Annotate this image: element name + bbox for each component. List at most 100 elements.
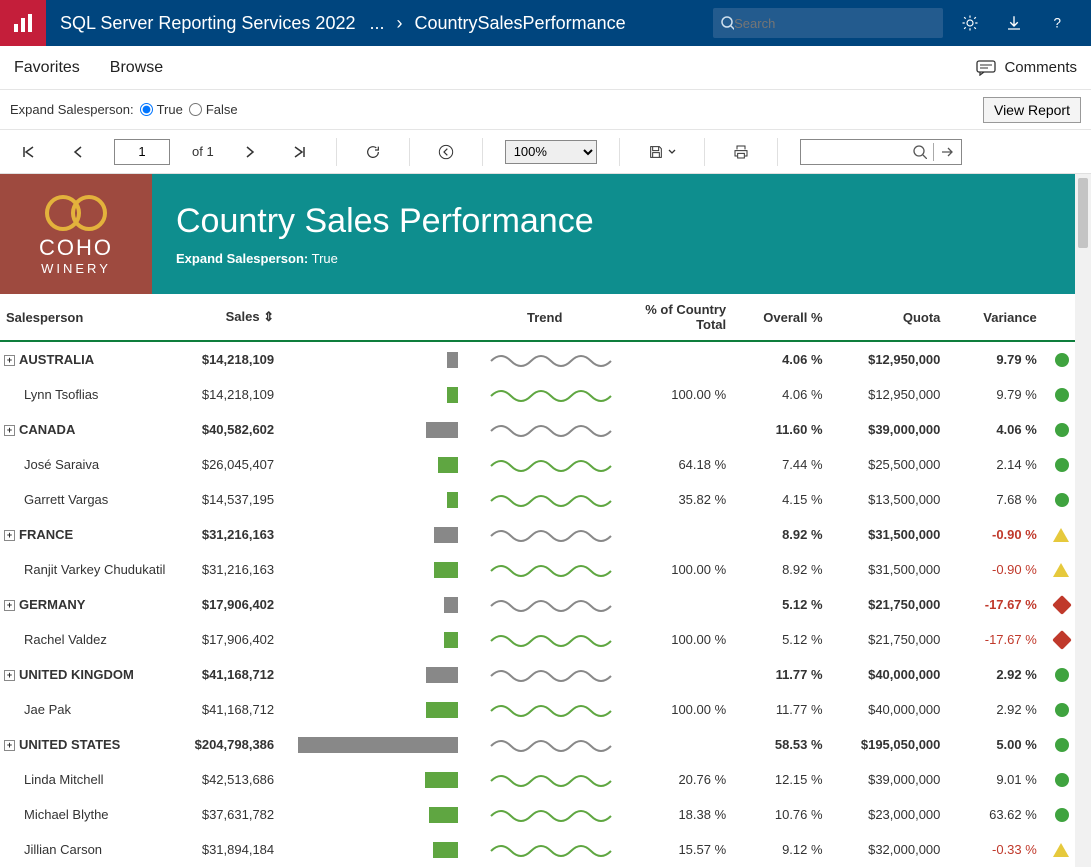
print-button[interactable] [727,138,755,166]
cell-variance: -17.67 % [946,587,1042,622]
breadcrumb-current[interactable]: CountrySalesPerformance [415,13,626,34]
find-box[interactable] [800,139,962,165]
radio-true[interactable]: True [140,102,183,117]
find-next-icon[interactable] [940,146,954,158]
save-button[interactable] [642,138,682,166]
cell-sales: $41,168,712 [182,657,280,692]
cell-bar [280,692,464,727]
green-indicator-icon [1055,423,1069,437]
table-row: Garrett Vargas$14,537,19535.82 %4.15 %$1… [0,482,1075,517]
cell-name: Rachel Valdez [0,622,182,657]
cell-bar [280,482,464,517]
cell-trend [464,517,625,552]
green-indicator-icon [1055,388,1069,402]
tab-bar: Favorites Browse Comments [0,46,1091,90]
app-logo[interactable] [0,0,46,46]
gear-icon[interactable] [961,14,979,32]
cell-overall: 11.77 % [732,657,828,692]
radio-false[interactable]: False [189,102,238,117]
col-salesperson[interactable]: Salesperson [0,294,182,341]
cell-indicator [1043,412,1075,447]
expand-icon[interactable]: + [4,600,15,611]
search-icon [913,145,927,159]
sort-icon: ⇕ [263,309,274,324]
download-icon[interactable] [1005,14,1023,32]
col-overall[interactable]: Overall % [732,294,828,341]
app-title[interactable]: SQL Server Reporting Services 2022 [46,13,369,34]
col-trend[interactable]: Trend [464,294,625,341]
cell-name: Michael Blythe [0,797,182,832]
back-button[interactable] [432,138,460,166]
cell-sales: $31,216,163 [182,517,280,552]
sparkline-icon [489,347,619,369]
cell-indicator [1043,482,1075,517]
next-page-button[interactable] [236,138,264,166]
cell-pct-country: 15.57 % [625,832,732,867]
col-quota[interactable]: Quota [829,294,947,341]
radio-true-input[interactable] [140,103,153,116]
cell-trend [464,587,625,622]
param-label: Expand Salesperson: [10,102,134,117]
refresh-button[interactable] [359,138,387,166]
table-row: Rachel Valdez$17,906,402100.00 %5.12 %$2… [0,622,1075,657]
expand-icon[interactable]: + [4,530,15,541]
last-page-button[interactable] [286,138,314,166]
cell-name: Ranjit Varkey Chudukatil [0,552,182,587]
prev-page-button[interactable] [64,138,92,166]
cell-variance: 7.68 % [946,482,1042,517]
sparkline-icon [489,417,619,439]
cell-indicator [1043,832,1075,867]
expand-icon[interactable]: + [4,670,15,681]
zoom-select[interactable]: 100% [505,140,597,164]
cell-variance: -0.90 % [946,517,1042,552]
scroll-thumb[interactable] [1078,178,1088,248]
cell-pct-country: 100.00 % [625,692,732,727]
cell-quota: $31,500,000 [829,552,947,587]
cell-trend [464,657,625,692]
cell-sales: $40,582,602 [182,412,280,447]
cell-overall: 12.15 % [732,762,828,797]
search-box[interactable] [713,8,943,38]
green-indicator-icon [1055,493,1069,507]
tab-browse[interactable]: Browse [110,59,163,77]
expand-icon[interactable]: + [4,740,15,751]
cell-variance: 9.01 % [946,762,1042,797]
cell-variance: 9.79 % [946,341,1042,377]
table-row: Lynn Tsoflias$14,218,109100.00 %4.06 %$1… [0,377,1075,412]
radio-false-input[interactable] [189,103,202,116]
search-input[interactable] [734,16,935,31]
sparkline-icon [489,837,619,859]
comments-link[interactable]: Comments [976,59,1077,76]
yellow-indicator-icon [1053,528,1069,542]
expand-icon[interactable]: + [4,425,15,436]
vertical-scrollbar[interactable] [1075,174,1091,867]
col-pct-country[interactable]: % of Country Total [625,294,732,341]
table-row: +GERMANY$17,906,4025.12 %$21,750,000-17.… [0,587,1075,622]
col-bar [280,294,464,341]
col-indicator [1043,294,1075,341]
cell-trend [464,797,625,832]
page-number-input[interactable] [114,139,170,165]
first-page-button[interactable] [14,138,42,166]
help-icon[interactable]: ? [1049,14,1067,32]
cell-trend [464,762,625,797]
breadcrumb-ellipsis[interactable]: ... [369,13,384,34]
cell-bar [280,762,464,797]
col-variance[interactable]: Variance [946,294,1042,341]
top-icon-group: ? [943,14,1091,32]
find-input[interactable] [807,144,907,159]
comment-icon [976,60,996,76]
cell-indicator [1043,377,1075,412]
cell-quota: $12,950,000 [829,341,947,377]
view-report-button[interactable]: View Report [983,97,1081,123]
col-sales[interactable]: Sales ⇕ [182,294,280,341]
expand-icon[interactable]: + [4,355,15,366]
cell-quota: $31,500,000 [829,517,947,552]
cell-sales: $26,045,407 [182,447,280,482]
cell-name: +UNITED STATES [0,727,182,762]
tab-favorites[interactable]: Favorites [14,59,80,77]
yellow-indicator-icon [1053,563,1069,577]
cell-overall: 4.06 % [732,377,828,412]
green-indicator-icon [1055,668,1069,682]
cell-trend [464,482,625,517]
